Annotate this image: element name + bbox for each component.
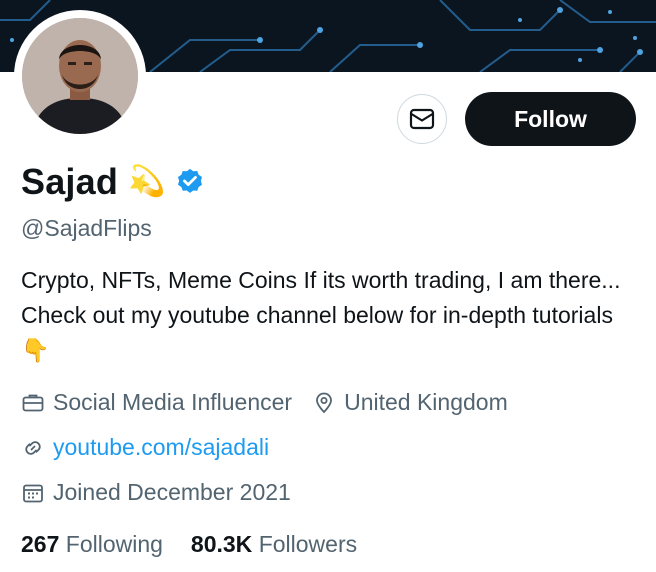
link-icon (25, 440, 41, 455)
website-link[interactable]: youtube.com/sajadali (53, 434, 269, 461)
website-row: youtube.com/sajadali (21, 434, 269, 461)
name-row: Sajad 💫 (21, 160, 205, 204)
follow-stats: 267 Following 80.3K Followers (21, 531, 357, 558)
location-text: United Kingdom (344, 389, 508, 415)
briefcase-icon (22, 394, 44, 411)
display-name: Sajad (21, 161, 119, 202)
location-item: United Kingdom (312, 389, 508, 416)
message-button[interactable] (397, 94, 447, 144)
following-label: Following (65, 531, 163, 557)
followers-label: Followers (258, 531, 358, 557)
profile-meta-row: Social Media Influencer United Kingdom (21, 389, 508, 416)
calendar-icon (23, 484, 43, 502)
following-stat[interactable]: 267 Following (21, 531, 163, 558)
dizzy-emoji: 💫 (128, 165, 166, 198)
verified-badge-icon[interactable] (175, 167, 205, 197)
avatar[interactable] (22, 18, 138, 134)
followers-count: 80.3K (190, 531, 253, 557)
envelope-icon (409, 108, 435, 130)
user-handle: @SajadFlips (21, 215, 152, 241)
category-item: Social Media Influencer (21, 389, 292, 416)
bio: Crypto, NFTs, Meme Coins If its worth tr… (21, 263, 631, 368)
bio-text: Crypto, NFTs, Meme Coins If its worth tr… (21, 267, 621, 328)
category-text: Social Media Influencer (53, 389, 293, 415)
location-pin-icon (316, 392, 332, 413)
joined-row: Joined December 2021 (21, 479, 291, 506)
avatar-image (22, 18, 138, 134)
followers-stat[interactable]: 80.3K Followers (191, 531, 357, 558)
following-count: 267 (21, 531, 60, 557)
follow-button[interactable]: Follow (465, 92, 636, 146)
joined-text: Joined December 2021 (53, 479, 291, 505)
pointing-down-emoji: 👇 (21, 337, 50, 363)
